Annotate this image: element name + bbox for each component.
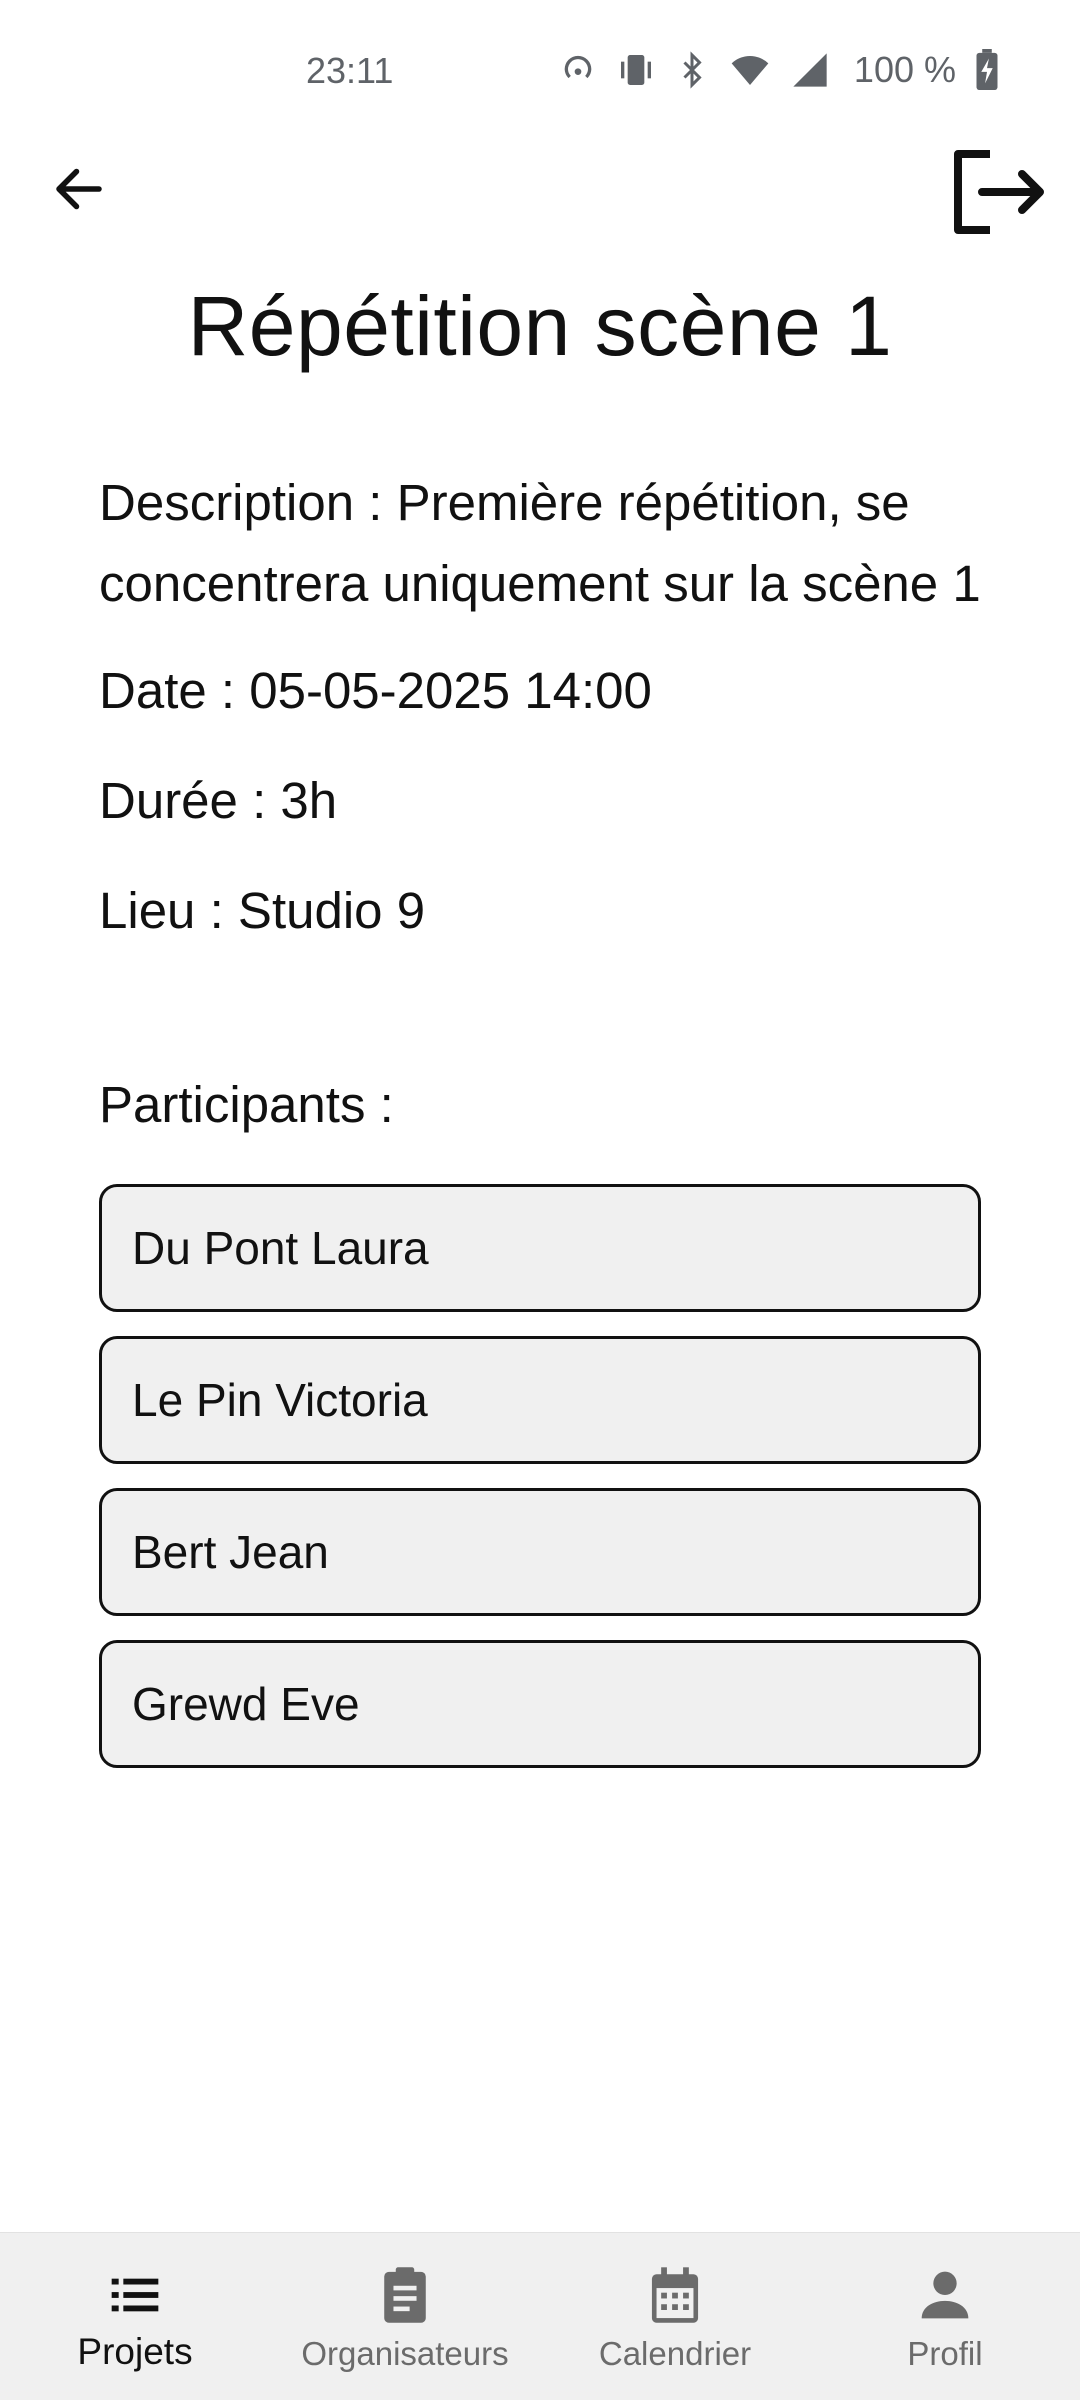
clipboard-icon [377, 2263, 433, 2327]
nav-label: Profil [907, 2335, 983, 2372]
bluetooth-icon [674, 50, 710, 90]
status-icons: 100 % [558, 48, 1000, 92]
nav-item-organisateurs[interactable]: Organisateurs [270, 2233, 540, 2400]
nav-item-profil[interactable]: Profil [810, 2233, 1080, 2400]
nav-item-projets[interactable]: Projets [0, 2233, 270, 2400]
arrow-left-icon [56, 168, 102, 210]
status-bar: 23:11 100 % [0, 0, 1080, 140]
signal-icon [790, 50, 830, 90]
nav-label: Calendrier [598, 2335, 752, 2372]
list-icon [107, 2263, 163, 2327]
nav-item-calendrier[interactable]: Calendrier [540, 2233, 810, 2400]
event-description: Description : Première répétition, se co… [99, 474, 981, 612]
person-icon [917, 2263, 973, 2327]
page-title: Répétition scène 1 [187, 279, 893, 373]
participant-item[interactable]: Le Pin Victoria [99, 1336, 981, 1464]
participant-item[interactable]: Grewd Eve [99, 1640, 981, 1768]
participants-list: Du Pont Laura Le Pin Victoria Bert Jean … [99, 1184, 981, 1792]
nav-label: Organisateurs [301, 2335, 509, 2372]
vibrate-icon [616, 50, 656, 90]
nav-label: Projets [77, 2331, 193, 2372]
event-date: Date : 05-05-2025 14:00 [99, 662, 652, 719]
back-button[interactable] [42, 152, 116, 226]
battery-charging-icon [974, 49, 1000, 91]
logout-button[interactable] [948, 142, 1048, 242]
event-location: Lieu : Studio 9 [99, 882, 426, 939]
event-details: Description : Première répétition, se co… [99, 462, 999, 980]
event-details-screen: 23:11 100 % Répétition scène 1 Descripti… [0, 0, 1080, 2400]
participant-item[interactable]: Du Pont Laura [99, 1184, 981, 1312]
participant-item[interactable]: Bert Jean [99, 1488, 981, 1616]
hotspot-icon [558, 50, 598, 90]
battery-percent: 100 % [853, 49, 956, 90]
participants-label: Participants : [99, 1076, 394, 1133]
status-time: 23:11 [306, 50, 394, 91]
event-duration: Durée : 3h [99, 772, 338, 829]
bottom-navigation: Projets Organisateurs Calendrier Profil [0, 2232, 1080, 2400]
logout-icon [954, 150, 1044, 234]
wifi-icon [728, 50, 772, 90]
calendar-icon [647, 2263, 703, 2327]
